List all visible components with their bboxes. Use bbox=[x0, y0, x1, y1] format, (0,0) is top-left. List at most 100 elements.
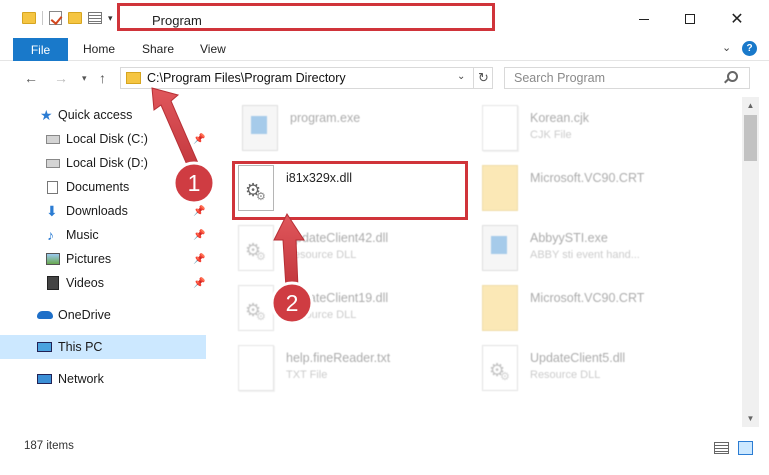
sidebar-item-documents[interactable]: Documents 📌 bbox=[0, 175, 206, 199]
sidebar-item-label: Local Disk (D:) bbox=[66, 156, 148, 170]
scroll-thumb[interactable] bbox=[744, 115, 757, 161]
sidebar-item-downloads[interactable]: ⬇ Downloads 📌 bbox=[0, 199, 206, 223]
minimize-icon bbox=[639, 18, 649, 20]
file-name: program.exe bbox=[290, 111, 361, 125]
properties-check-icon[interactable] bbox=[49, 11, 62, 25]
details-view-icon[interactable] bbox=[714, 442, 729, 454]
sidebar-item-this-pc[interactable]: This PC bbox=[0, 335, 206, 359]
download-icon: ⬇ bbox=[46, 203, 58, 219]
sidebar-item-label: Videos bbox=[66, 276, 104, 290]
sidebar-item-label: OneDrive bbox=[58, 308, 111, 322]
new-folder-icon[interactable] bbox=[68, 12, 82, 24]
pin-icon[interactable]: 📌 bbox=[193, 230, 205, 241]
refresh-icon: ↻ bbox=[478, 70, 489, 85]
sidebar-item-onedrive[interactable]: OneDrive bbox=[0, 303, 206, 327]
pin-icon[interactable]: 📌 bbox=[193, 254, 205, 265]
file-item[interactable]: Korean.cjk CJK File bbox=[482, 105, 722, 165]
properties-icon[interactable] bbox=[88, 12, 102, 24]
documents-icon bbox=[47, 180, 58, 194]
tab-file[interactable]: File bbox=[13, 38, 68, 61]
address-path[interactable]: C:\Program Files\Program Directory bbox=[147, 71, 346, 85]
item-count: 187 items bbox=[24, 440, 74, 452]
tab-home[interactable]: Home bbox=[83, 42, 115, 56]
file-item[interactable]: UpdateClient5.dll Resource DLL bbox=[482, 345, 722, 405]
navigation-bar: ← → ▾ ↑ C:\Program Files\Program Directo… bbox=[0, 61, 769, 97]
close-button[interactable]: ✕ bbox=[727, 9, 747, 29]
address-bar[interactable]: C:\Program Files\Program Directory ⌄ ↻ bbox=[120, 67, 493, 89]
vertical-scrollbar[interactable]: ▲ ▼ bbox=[742, 97, 759, 427]
sidebar-item-label: Network bbox=[58, 372, 104, 386]
search-icon bbox=[727, 71, 738, 82]
computer-icon bbox=[37, 342, 52, 352]
file-type: ABBY sti event hand... bbox=[530, 249, 640, 261]
file-name: Korean.cjk bbox=[530, 111, 590, 125]
star-icon: ★ bbox=[40, 107, 53, 123]
videos-icon bbox=[47, 276, 59, 290]
file-item[interactable]: program.exe bbox=[242, 105, 482, 165]
refresh-button[interactable]: ↻ bbox=[473, 68, 493, 88]
file-type: Resource DLL bbox=[530, 369, 601, 381]
pin-icon[interactable]: 📌 bbox=[193, 182, 205, 193]
sidebar-item-label: Music bbox=[66, 228, 99, 242]
maximize-button[interactable] bbox=[680, 9, 700, 29]
scroll-down-icon[interactable]: ▼ bbox=[742, 410, 759, 427]
sidebar-item-label: Quick access bbox=[58, 108, 133, 122]
recent-locations-chevron-icon[interactable]: ▾ bbox=[82, 73, 87, 84]
file-name: UpdateClient19.dll bbox=[286, 291, 389, 305]
quick-access-toolbar: ▾ bbox=[22, 11, 120, 25]
sidebar-item-music[interactable]: ♪ Music 📌 bbox=[0, 223, 206, 247]
status-bar: 187 items bbox=[0, 437, 769, 475]
expand-ribbon-chevron-icon[interactable]: ⌄ bbox=[722, 41, 731, 54]
folder-icon bbox=[126, 72, 141, 84]
sidebar-item-quick-access[interactable]: ★ Quick access bbox=[0, 103, 206, 127]
scroll-up-icon[interactable]: ▲ bbox=[742, 97, 759, 114]
folder-icon[interactable] bbox=[22, 12, 36, 24]
file-type: Resource DLL bbox=[286, 309, 357, 321]
large-icons-view-icon[interactable] bbox=[738, 441, 753, 455]
file-list: program.exe Korean.cjk CJK File i81x329x… bbox=[210, 97, 742, 427]
file-name: Microsoft.VC90.CRT bbox=[530, 171, 645, 185]
sidebar-item-label: Local Disk (C:) bbox=[66, 132, 148, 146]
sidebar-item-label: Downloads bbox=[66, 204, 128, 218]
sidebar-item-local-disk-d[interactable]: Local Disk (D:) bbox=[0, 151, 206, 175]
file-item[interactable]: UpdateClient42.dll Resource DLL bbox=[238, 225, 478, 285]
navigation-pane: ★ Quick access Local Disk (C:) 📌 Local D… bbox=[0, 97, 206, 437]
disk-icon bbox=[46, 134, 60, 144]
pin-icon[interactable]: 📌 bbox=[193, 134, 205, 145]
search-box[interactable]: Search Program bbox=[504, 67, 750, 89]
address-dropdown-icon[interactable]: ⌄ bbox=[457, 71, 465, 82]
sidebar-item-label: Pictures bbox=[66, 252, 112, 266]
customize-dropdown-icon[interactable]: ▾ bbox=[108, 13, 113, 24]
pin-icon[interactable]: 📌 bbox=[193, 278, 205, 289]
file-name: AbbyySTI.exe bbox=[530, 231, 608, 245]
tab-view[interactable]: View bbox=[200, 42, 226, 56]
tab-share[interactable]: Share bbox=[142, 42, 174, 56]
pin-icon[interactable]: 📌 bbox=[193, 206, 205, 217]
dll-settings-file-icon bbox=[238, 285, 274, 331]
file-type: Resource DLL bbox=[286, 249, 357, 261]
file-type: TXT File bbox=[286, 369, 328, 381]
file-item[interactable]: AbbyySTI.exe ABBY sti event hand... bbox=[482, 225, 722, 285]
exe-file-icon bbox=[482, 225, 518, 271]
up-arrow-icon[interactable]: ↑ bbox=[99, 70, 106, 86]
file-item[interactable]: Microsoft.VC90.CRT bbox=[482, 165, 722, 225]
forward-arrow-icon[interactable]: → bbox=[54, 70, 68, 86]
maximize-icon bbox=[685, 14, 695, 24]
minimize-button[interactable] bbox=[634, 9, 654, 29]
file-item[interactable]: Microsoft.VC90.CRT bbox=[482, 285, 722, 345]
address-bar-highlight bbox=[117, 3, 495, 31]
dll-file-highlight bbox=[232, 161, 468, 220]
search-input[interactable]: Search Program bbox=[514, 71, 605, 85]
file-item[interactable]: help.fineReader.txt TXT File bbox=[238, 345, 478, 405]
back-arrow-icon[interactable]: ← bbox=[24, 70, 38, 86]
sidebar-item-videos[interactable]: Videos 📌 bbox=[0, 271, 206, 295]
help-icon[interactable]: ? bbox=[742, 41, 757, 56]
ribbon: File Home Share View ⌄ ? bbox=[0, 38, 769, 61]
sidebar-item-local-disk-c[interactable]: Local Disk (C:) 📌 bbox=[0, 127, 206, 151]
music-icon: ♪ bbox=[47, 227, 54, 243]
file-item[interactable]: UpdateClient19.dll Resource DLL bbox=[238, 285, 478, 345]
document-file-icon bbox=[482, 105, 518, 151]
sidebar-item-pictures[interactable]: Pictures 📌 bbox=[0, 247, 206, 271]
file-name: UpdateClient5.dll bbox=[530, 351, 626, 365]
sidebar-item-network[interactable]: Network bbox=[0, 367, 206, 391]
